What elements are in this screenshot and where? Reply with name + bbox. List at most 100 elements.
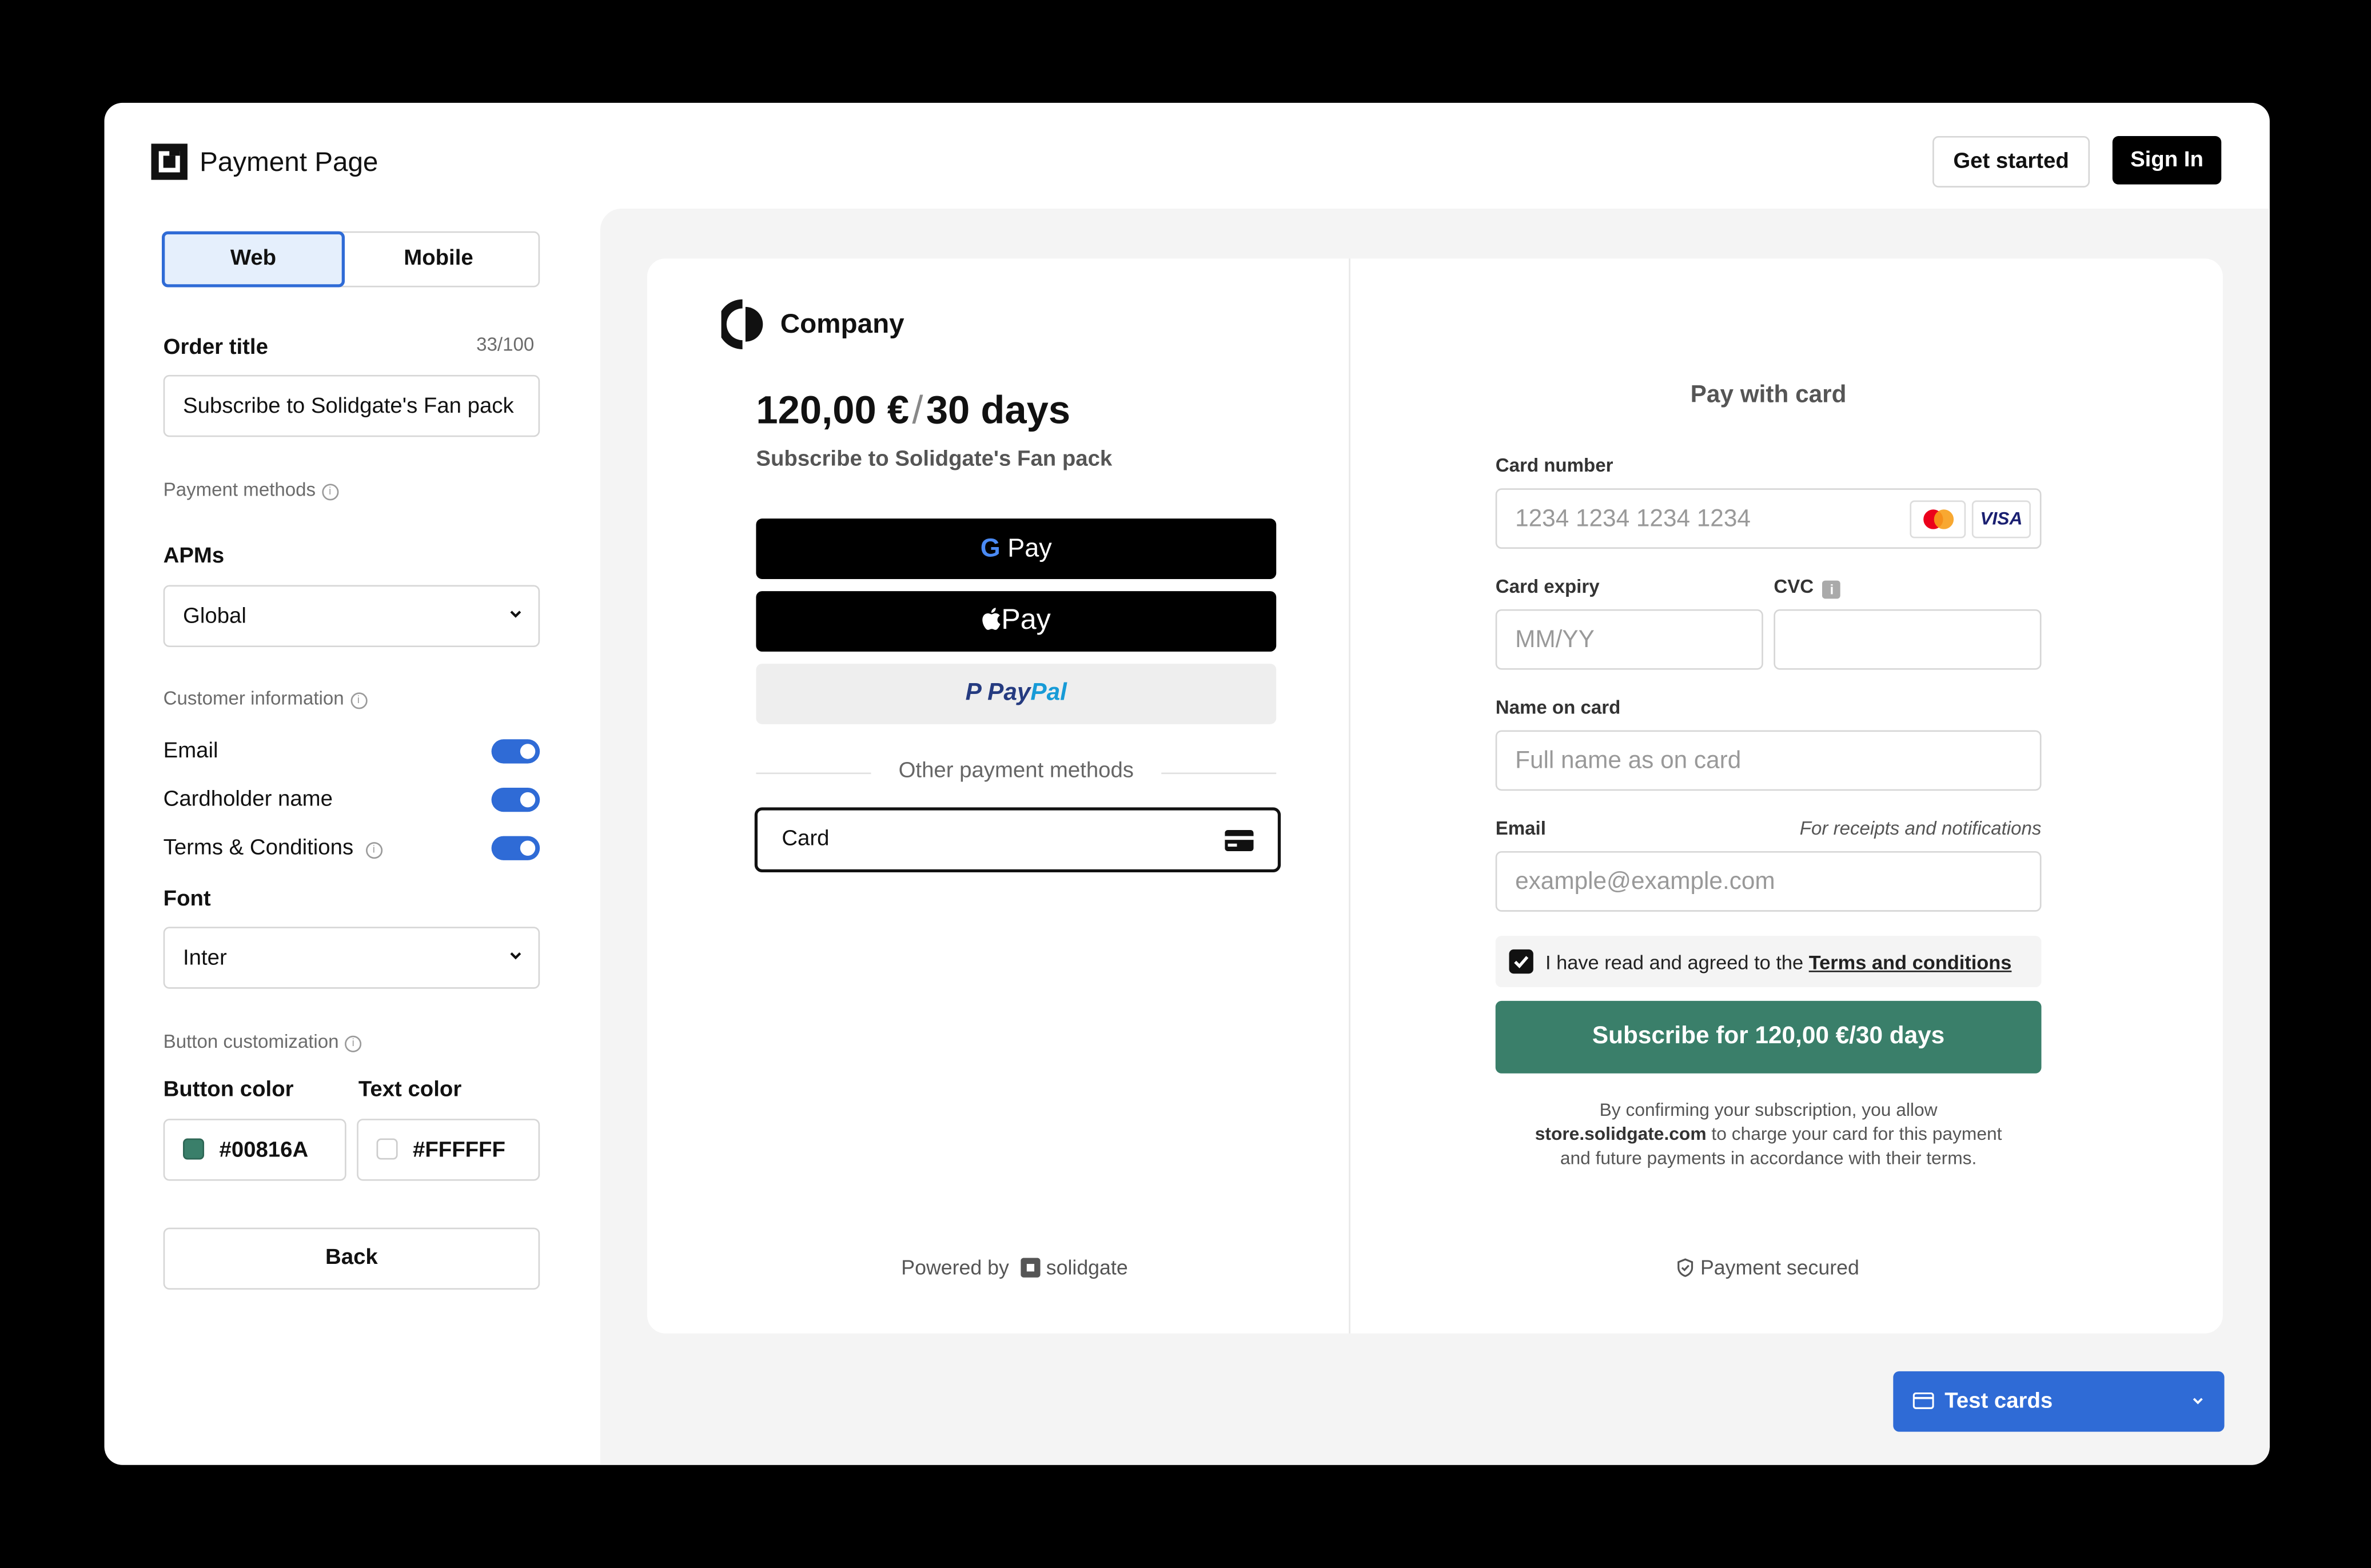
terms-text-row: I have read and agreed to the Terms and … xyxy=(1545,951,2011,974)
cvc-label: CVC xyxy=(1774,576,1814,597)
payment-methods-heading: Payment methods i xyxy=(163,479,338,501)
other-methods-label: Other payment methods xyxy=(898,759,1134,784)
test-cards-button[interactable]: Test cards xyxy=(1893,1371,2225,1432)
solidgate-logo-icon xyxy=(1021,1258,1041,1278)
price-separator: / xyxy=(912,387,923,433)
terms-link[interactable]: Terms and conditions xyxy=(1809,951,2012,974)
apms-label: APMs xyxy=(163,544,225,569)
toggle-terms-row: Terms & Conditions i xyxy=(164,836,382,860)
divider-left xyxy=(756,772,871,775)
panel-divider xyxy=(1349,258,1350,1334)
subscribe-button[interactable]: Subscribe for 120,00 €/30 days xyxy=(1495,1000,2042,1074)
divider-right xyxy=(1161,772,1277,775)
chevron-down-icon xyxy=(510,952,521,960)
card-expiry-placeholder: MM/YY xyxy=(1515,627,1595,653)
company-logo-icon xyxy=(721,299,763,349)
disclaimer-charge: to charge your card for this payment xyxy=(1711,1123,2002,1145)
price-line: 120,00 €/30 days xyxy=(756,387,1070,434)
disclaimer-store: store.solidgate.com xyxy=(1535,1123,1707,1145)
google-g-icon: G xyxy=(980,533,1001,562)
text-color-input[interactable]: #FFFFFF xyxy=(357,1119,540,1181)
credit-card-icon xyxy=(1912,1392,1934,1409)
payment-secured: Payment secured xyxy=(1496,1256,2042,1279)
chevron-down-icon xyxy=(2193,1398,2203,1405)
card-number-input[interactable]: 1234 1234 1234 1234 VISA xyxy=(1495,488,2042,549)
back-button[interactable]: Back xyxy=(163,1227,540,1290)
font-label: Font xyxy=(163,887,211,912)
payment-secured-text: Payment secured xyxy=(1700,1256,1859,1279)
terms-text: I have read and agreed to the xyxy=(1545,951,1804,974)
app-title: Payment Page xyxy=(200,146,378,177)
google-pay-label: Pay xyxy=(1007,533,1052,562)
tab-mobile[interactable]: Mobile xyxy=(346,233,531,286)
period: 30 days xyxy=(926,387,1071,433)
apple-pay-button[interactable]: Pay xyxy=(756,591,1277,652)
product-name: Subscribe to Solidgate's Fan pack xyxy=(756,447,1113,472)
customer-info-heading: Customer information i xyxy=(164,688,367,709)
font-select[interactable]: Inter xyxy=(163,927,540,989)
paypal-label-1: Pay xyxy=(987,680,1031,707)
paypal-p-icon: P xyxy=(965,680,981,707)
button-color-input[interactable]: #00816A xyxy=(163,1119,346,1181)
price: 120,00 € xyxy=(756,387,910,433)
card-option[interactable]: Card xyxy=(754,807,1281,873)
subscribe-button-label: Subscribe for 120,00 €/30 days xyxy=(1592,1023,1945,1050)
apple-icon xyxy=(982,608,1001,630)
company-name: Company xyxy=(780,308,904,339)
terms-checkbox[interactable] xyxy=(1509,949,1533,974)
card-number-label: Card number xyxy=(1495,455,1613,477)
info-icon: i xyxy=(321,484,338,501)
button-color-label: Button color xyxy=(163,1078,294,1103)
info-icon: i xyxy=(345,1035,362,1052)
disclaimer-line-3: and future payments in accordance with t… xyxy=(1560,1147,1977,1169)
card-expiry-label: Card expiry xyxy=(1495,576,1600,597)
solidgate-brand: solidgate xyxy=(1046,1256,1128,1279)
disclaimer-line-1: By confirming your subscription, you all… xyxy=(1599,1099,1938,1120)
payment-methods-text: Payment methods xyxy=(163,479,316,501)
info-icon: i xyxy=(365,842,382,859)
google-pay-content: G Pay xyxy=(756,518,1276,579)
email-label: Email xyxy=(1495,817,1546,839)
shield-check-icon xyxy=(1678,1258,1694,1277)
paypal-content: P PayPal xyxy=(756,664,1276,724)
button-customization-text: Button customization xyxy=(163,1031,339,1052)
text-color-label: Text color xyxy=(358,1078,462,1103)
sign-in-button[interactable]: Sign In xyxy=(2112,136,2222,185)
email-placeholder: example@example.com xyxy=(1515,869,1775,895)
order-title-value: Subscribe to Solidgate's Fan pack xyxy=(183,394,514,419)
card-expiry-input[interactable]: MM/YY xyxy=(1495,609,1763,670)
get-started-button[interactable]: Get started xyxy=(1932,136,2090,187)
cardholder-toggle[interactable] xyxy=(491,787,540,812)
logo-icon xyxy=(151,143,188,180)
customer-info-text: Customer information xyxy=(163,688,344,709)
apms-value: Global xyxy=(183,604,246,629)
name-on-card-placeholder: Full name as on card xyxy=(1515,748,1742,775)
info-icon: i xyxy=(350,692,367,709)
chevron-down-icon xyxy=(510,611,521,618)
cvc-input[interactable] xyxy=(1774,609,2042,670)
terms-toggle[interactable] xyxy=(491,836,540,860)
google-pay-button[interactable]: G Pay xyxy=(756,518,1277,579)
email-toggle[interactable] xyxy=(491,739,540,764)
test-cards-label: Test cards xyxy=(1944,1389,2053,1414)
toggle-cardholder-label: Cardholder name xyxy=(163,787,333,812)
apple-pay-label: Pay xyxy=(1001,604,1051,637)
font-value: Inter xyxy=(183,946,227,971)
name-on-card-label: Name on card xyxy=(1495,697,1621,719)
name-on-card-input[interactable]: Full name as on card xyxy=(1495,730,2042,791)
back-label: Back xyxy=(325,1246,378,1270)
order-title-label: Order title xyxy=(163,336,268,360)
paypal-button[interactable]: P PayPal xyxy=(756,664,1277,724)
powered-by: Powered by solidgate xyxy=(901,1256,1127,1279)
disclaimer-line-2: store.solidgate.com to charge your card … xyxy=(1496,1122,2042,1146)
cvc-label-row: CVC i xyxy=(1774,576,1841,599)
toggle-email-label: Email xyxy=(163,739,218,764)
checkmark-icon xyxy=(1514,956,1529,968)
color-swatch xyxy=(183,1138,205,1160)
email-input[interactable]: example@example.com xyxy=(1495,851,2042,912)
order-title-input[interactable]: Subscribe to Solidgate's Fan pack xyxy=(163,374,540,437)
tab-web[interactable]: Web xyxy=(161,231,345,288)
color-swatch xyxy=(376,1138,398,1160)
cvc-info-icon: i xyxy=(1823,580,1841,599)
apms-select[interactable]: Global xyxy=(163,585,540,647)
